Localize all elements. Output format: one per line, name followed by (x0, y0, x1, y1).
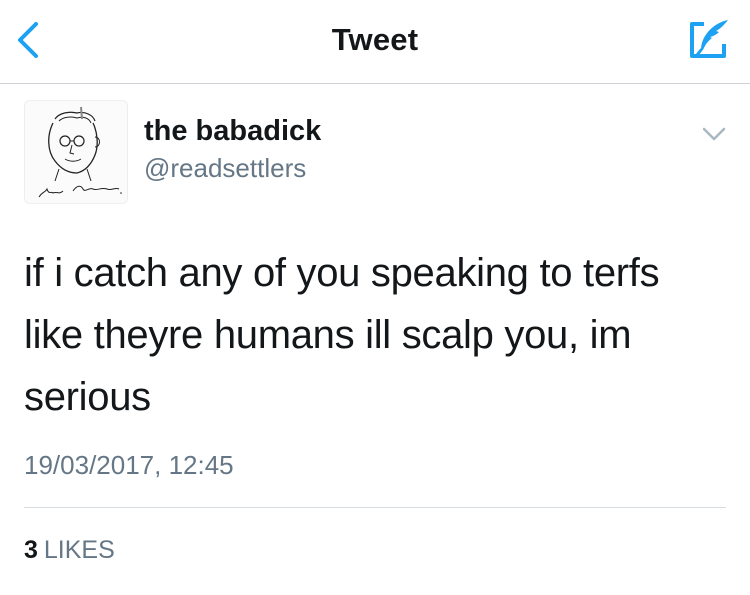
likes-count: 3 (24, 536, 38, 564)
page-title: Tweet (331, 22, 419, 57)
avatar[interactable] (24, 100, 128, 204)
compose-tweet-icon (690, 20, 728, 58)
tweet-detail-screen: Tweet the babadick @readsettlers if i ca… (0, 0, 750, 595)
compose-tweet-button[interactable] (684, 16, 732, 64)
chevron-down-icon (702, 127, 726, 141)
avatar-sketch-image (38, 106, 122, 198)
author-handle[interactable]: @readsettlers (144, 153, 306, 184)
navigation-bar: Tweet (0, 0, 750, 84)
tweet-timestamp: 19/03/2017, 12:45 (24, 450, 234, 480)
divider (24, 507, 726, 508)
likes-stat[interactable]: 3 LIKES (24, 536, 115, 565)
tweet-menu-button[interactable] (698, 118, 730, 150)
tweet-text: if i catch any of you speaking to terfs … (24, 251, 660, 419)
likes-label: LIKES (43, 536, 115, 564)
author-display-name[interactable]: the babadick (144, 115, 321, 148)
